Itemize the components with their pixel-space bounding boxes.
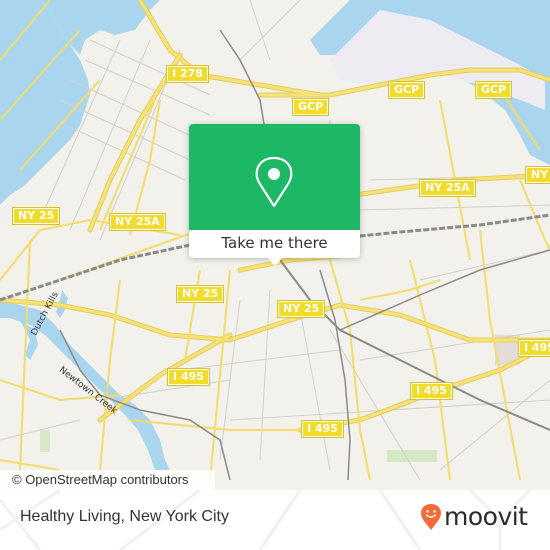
map-attribution[interactable]: © OpenStreetMap contributors: [0, 470, 215, 490]
moovit-pin-icon: [421, 504, 441, 530]
highway-shield-i495: I 495: [167, 368, 210, 386]
place-name: Healthy Living, New York City: [20, 508, 229, 525]
highway-shield-gcp: GCP: [387, 81, 426, 99]
park: [387, 450, 437, 462]
take-me-there-button[interactable]: Take me there: [189, 230, 360, 258]
highway-shield-ny25a: NY 25A: [109, 213, 166, 231]
footer-bar: Healthy Living, New York City moovit: [0, 490, 550, 550]
popup-pointer: [267, 257, 283, 266]
highway-shield-i278: I 278: [166, 65, 209, 83]
highway-shield-ny25a: NY 2: [525, 166, 550, 184]
highway-shield-ny25: NY 25: [175, 285, 225, 303]
highway-shield-ny25: NY 25: [276, 300, 326, 318]
highway-shield-ny25: NY 25: [11, 207, 61, 225]
park: [40, 430, 50, 452]
highway-shield-gcp: GCP: [474, 81, 513, 99]
moovit-wordmark: moovit: [444, 502, 528, 531]
highway-shield-i495: I 495: [518, 339, 550, 357]
map-pin-icon: [255, 156, 293, 208]
map-view[interactable]: I 278 GCP GCP GCP NY 25 NY 25A NY 25A NY…: [0, 0, 550, 490]
highway-shield-i495: I 495: [410, 382, 453, 400]
highway-shield-i495: I 495: [301, 420, 344, 438]
highway-shield-gcp: GCP: [291, 98, 330, 116]
moovit-logo[interactable]: moovit: [420, 502, 528, 532]
location-popup: Take me there: [189, 124, 360, 266]
highway-shield-ny25a: NY 25A: [419, 179, 476, 197]
popup-header: [189, 124, 360, 230]
